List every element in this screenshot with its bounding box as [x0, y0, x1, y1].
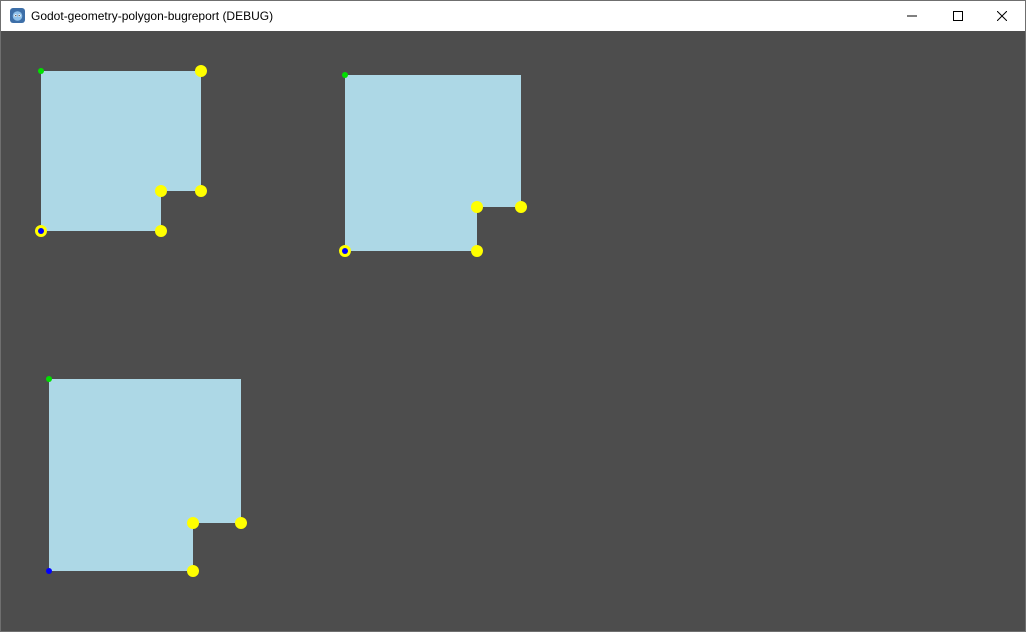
close-button[interactable] [979, 1, 1025, 31]
vertex-handle[interactable] [187, 565, 199, 577]
polygon-1 [35, 65, 207, 237]
vertex-handle[interactable] [515, 201, 527, 213]
vertex-handle[interactable] [195, 65, 207, 77]
maximize-button[interactable] [935, 1, 981, 31]
window-title: Godot-geometry-polygon-bugreport (DEBUG) [31, 9, 274, 23]
godot-engine-icon [10, 8, 25, 23]
close-icon [997, 11, 1007, 21]
maximize-icon [953, 11, 963, 21]
start-vertex-marker [342, 72, 348, 78]
start-vertex-marker [38, 68, 44, 74]
app-window: Godot-geometry-polygon-bugreport (DEBUG) [0, 0, 1026, 632]
vertex-handle[interactable] [187, 517, 199, 529]
minimize-icon [907, 15, 917, 17]
end-vertex-marker [342, 248, 348, 254]
vertex-handle[interactable] [155, 185, 167, 197]
minimize-button[interactable] [889, 1, 935, 31]
vertex-handle[interactable] [155, 225, 167, 237]
polygon-2 [339, 72, 527, 257]
vertex-handle[interactable] [195, 185, 207, 197]
vertex-handle[interactable] [471, 201, 483, 213]
start-vertex-marker [46, 376, 52, 382]
polygon-shape [345, 75, 521, 251]
scene-canvas [35, 65, 527, 577]
vertex-handle[interactable] [471, 245, 483, 257]
game-viewport[interactable] [1, 31, 1025, 631]
title-bar[interactable]: Godot-geometry-polygon-bugreport (DEBUG) [1, 1, 1025, 31]
vertex-handle[interactable] [235, 517, 247, 529]
polygon-3 [46, 376, 247, 577]
end-vertex-marker [38, 228, 44, 234]
polygon-shape [49, 379, 241, 571]
polygon-shape [41, 71, 201, 231]
end-vertex-marker [46, 568, 52, 574]
